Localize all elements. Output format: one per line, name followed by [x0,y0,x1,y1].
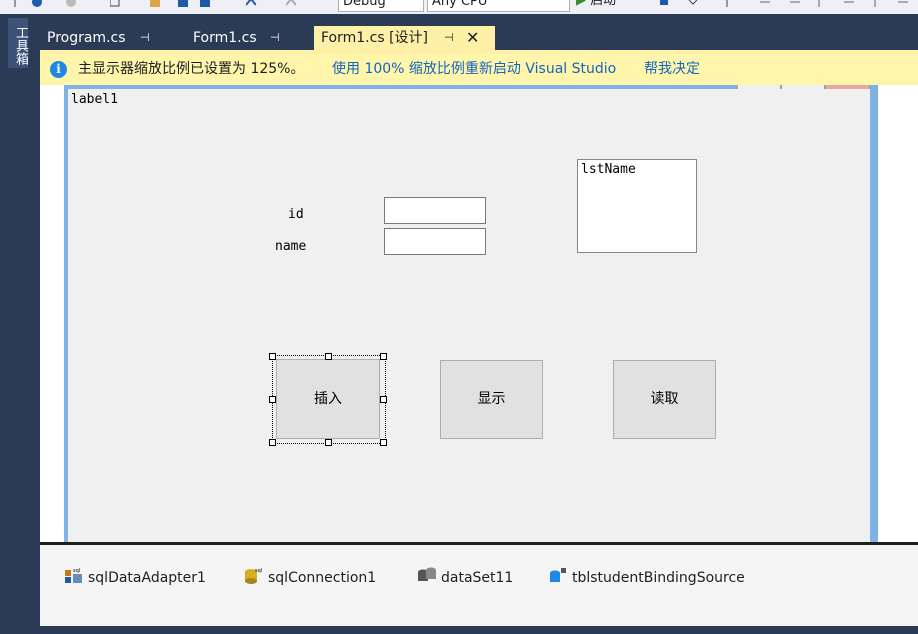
tab-form1-design[interactable]: Form1.cs [设计] ⊣ ✕ [314,26,495,50]
tab-label: Form1.cs [设计] [321,30,428,46]
redo-icon[interactable] [286,0,296,7]
sql-connection-icon: sql [245,568,262,584]
tab-label: Program.cs [47,30,126,46]
align-top-icon[interactable] [814,0,824,7]
name-label[interactable]: name [275,239,306,254]
svg-text:sql: sql [73,568,80,574]
binding-source-icon [550,568,566,582]
resize-handle-left[interactable] [269,396,276,403]
dropdown-arrow-icon[interactable] [688,0,698,7]
tab-label: Form1.cs [193,30,257,46]
name-listbox[interactable]: lstName [577,159,697,253]
solution-platform-value: Any CPU [432,0,488,9]
solution-platform-select[interactable]: Any CPU [427,0,570,12]
resize-handle-right[interactable] [380,396,387,403]
toolbox-tab[interactable]: 工具箱 [8,18,28,68]
restart-100-percent-link[interactable]: 使用 100% 缩放比例重新启动 Visual Studio [332,54,616,85]
align-left-icon[interactable] [722,0,732,7]
grip-icon [14,0,16,7]
save-icon[interactable] [178,0,188,7]
help-me-decide-link[interactable]: 帮我决定 [644,54,700,85]
align-right-icon[interactable] [790,0,800,7]
back-icon[interactable] [32,0,42,7]
pin-icon[interactable]: ⊣ [270,26,280,50]
info-icon: i [50,61,67,78]
tray-item-binding-source[interactable]: tblstudentBindingSource [548,567,745,587]
resize-handle-bottom-left[interactable] [269,439,276,446]
start-button[interactable]: ▶ 启动 [576,0,616,10]
save-all-icon[interactable] [200,0,210,7]
solution-configuration-value: Debug [343,0,386,9]
sql-data-adapter-icon: sql [65,568,82,583]
resize-handle-top-left[interactable] [269,353,276,360]
align-center-icon[interactable] [760,0,770,7]
dataset-icon [418,567,436,581]
pin-icon[interactable]: ⊣ [444,26,454,50]
close-icon[interactable]: ✕ [466,26,479,50]
pin-icon[interactable]: ⊣ [140,26,150,50]
document-tab-bar: Program.cs ⊣ Form1.cs ⊣ Form1.cs [设计] ⊣ … [40,14,918,50]
tray-item-sql-data-adapter[interactable]: sql sqlDataAdapter1 [64,567,206,587]
id-label[interactable]: id [288,207,304,222]
tray-item-dataset[interactable]: dataSet11 [417,567,513,587]
component-name: sqlDataAdapter1 [88,570,206,586]
tab-form1-cs[interactable]: Form1.cs ⊣ [186,26,323,50]
component-name: sqlConnection1 [268,570,377,586]
find-icon[interactable] [660,0,670,7]
info-bar: i 主显示器缩放比例已设置为 125%。 使用 100% 缩放比例重新启动 Vi… [40,54,918,85]
undo-icon[interactable] [246,0,256,7]
resize-handle-bottom-right[interactable] [380,439,387,446]
show-button[interactable]: 显示 [440,360,543,439]
open-file-icon[interactable] [150,0,160,7]
listbox-name: lstName [581,162,636,177]
resize-handle-top[interactable] [325,353,332,360]
align-middle-icon[interactable] [844,0,854,7]
component-tray: sql sqlDataAdapter1 sql sqlConnection1 d… [40,545,918,626]
resize-handle-bottom[interactable] [325,439,332,446]
component-name: dataSet11 [441,570,514,586]
new-project-icon[interactable] [110,0,120,7]
resize-handle-top-right[interactable] [380,353,387,360]
play-icon: ▶ [576,0,586,8]
left-tool-window-strip [0,14,40,634]
make-same-size-icon[interactable] [898,0,908,7]
insert-button[interactable]: 插入 [276,359,380,439]
start-label: 启动 [590,0,617,8]
id-input[interactable] [384,197,486,224]
align-bottom-icon[interactable] [870,0,880,7]
main-toolbar: Debug Any CPU ▶ 启动 [0,0,918,14]
label1[interactable]: label1 [71,92,118,107]
tab-program-cs[interactable]: Program.cs ⊣ [40,26,193,50]
info-message: 主显示器缩放比例已设置为 125%。 [78,61,305,77]
read-button[interactable]: 读取 [613,360,716,439]
status-strip [40,626,918,634]
tray-item-sql-connection[interactable]: sql sqlConnection1 [244,567,376,587]
component-name: tblstudentBindingSource [572,570,745,586]
solution-configuration-select[interactable]: Debug [338,0,424,12]
form-client-area[interactable]: label1 id name lstName 插入 显示 读取 [68,89,870,542]
forward-icon[interactable] [66,0,76,7]
svg-text:sql: sql [255,568,262,574]
name-input[interactable] [384,228,486,255]
